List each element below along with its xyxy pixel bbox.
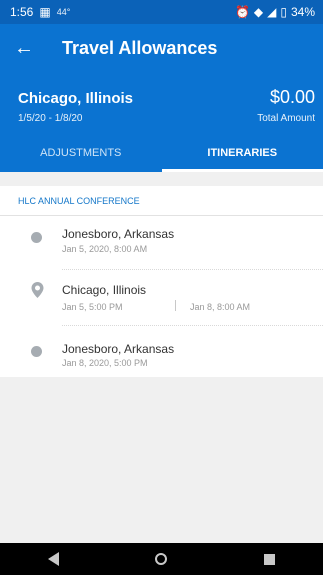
itinerary-departure-time: Jan 8, 8:00 AM xyxy=(190,302,251,312)
destination-city: Chicago, Illinois xyxy=(18,90,134,107)
total-amount-label: Total Amount xyxy=(257,113,315,124)
sim-card-icon: ▦ xyxy=(39,5,51,19)
tab-itineraries[interactable]: ITINERARIES xyxy=(161,134,323,172)
itinerary-item-jonesboro-return[interactable]: Jonesboro, Arkansas Jan 8, 2020, 5:00 PM xyxy=(0,334,323,390)
itinerary-arrival-time: Jan 5, 5:00 PM xyxy=(62,302,123,312)
total-amount: $0.00 xyxy=(269,87,315,107)
location-dot-icon xyxy=(31,346,42,357)
itinerary-item-chicago[interactable]: Chicago, Illinois Jan 5, 5:00 PM Jan 8, … xyxy=(0,278,323,334)
battery-icon: ▯ xyxy=(280,5,287,19)
itinerary-place: Jonesboro, Arkansas xyxy=(62,342,175,356)
section-title: HLC ANNUAL CONFERENCE xyxy=(18,196,140,206)
location-pin-icon xyxy=(31,282,44,298)
back-icon[interactable] xyxy=(48,552,60,566)
home-icon[interactable] xyxy=(155,553,168,565)
status-left: 1:56 ▦ 44° xyxy=(10,5,70,19)
itinerary-item-jonesboro-start[interactable]: Jonesboro, Arkansas Jan 5, 2020, 8:00 AM xyxy=(0,222,323,278)
itinerary-time: Jan 8, 2020, 5:00 PM xyxy=(62,358,148,368)
trip-dates: 1/5/20 - 1/8/20 xyxy=(18,113,83,124)
app-bar: ← Travel Allowances xyxy=(0,24,323,72)
status-temperature: 44° xyxy=(56,7,71,17)
itinerary-place: Chicago, Illinois xyxy=(62,283,147,297)
recent-apps-icon[interactable] xyxy=(263,553,275,565)
status-right: ⏰ ◆ ◢ ▯ 34% xyxy=(235,5,315,19)
system-navigation-bar xyxy=(0,543,323,575)
wifi-icon: ◆ xyxy=(253,5,264,19)
signal-icon: ◢ xyxy=(267,5,277,19)
itinerary-place: Jonesboro, Arkansas xyxy=(62,227,175,241)
back-arrow-icon[interactable]: ← xyxy=(0,24,48,72)
time-separator xyxy=(175,300,176,311)
item-divider xyxy=(62,269,323,270)
page-title: Travel Allowances xyxy=(62,37,218,58)
location-dot-icon xyxy=(31,232,42,243)
trip-summary: Chicago, Illinois 1/5/20 - 1/8/20 $0.00 … xyxy=(0,72,323,134)
tab-bar: ADJUSTMENTS ITINERARIES xyxy=(0,134,323,172)
alarm-icon: ⏰ xyxy=(234,5,250,19)
status-time: 1:56 xyxy=(10,5,34,19)
item-divider xyxy=(62,325,323,326)
itinerary-time: Jan 5, 2020, 8:00 AM xyxy=(62,244,148,254)
battery-percent: 34% xyxy=(290,5,315,19)
tab-adjustments[interactable]: ADJUSTMENTS xyxy=(0,134,162,172)
status-bar: 1:56 ▦ 44° ⏰ ◆ ◢ ▯ 34% xyxy=(0,0,323,24)
section-divider xyxy=(0,215,323,216)
itinerary-content: HLC ANNUAL CONFERENCE Jonesboro, Arkansa… xyxy=(0,186,323,377)
